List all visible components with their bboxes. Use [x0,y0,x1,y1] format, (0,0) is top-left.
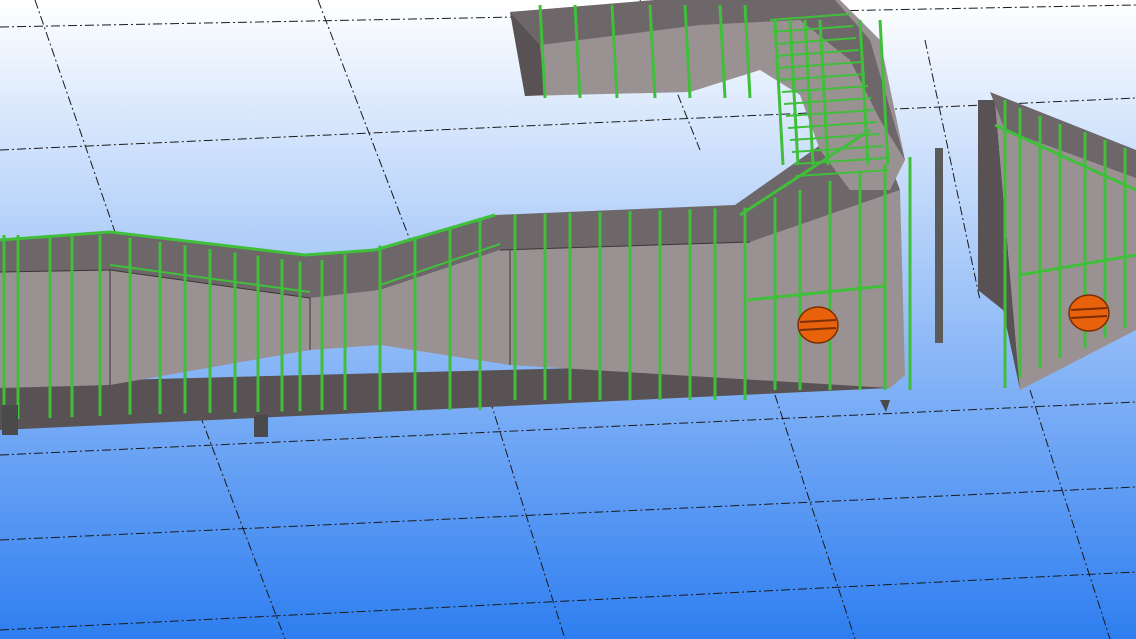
fire-damper-right[interactable] [1068,294,1110,332]
support-foot [2,405,18,435]
viewport-canvas[interactable] [0,0,1136,639]
damper-disc [1068,294,1110,332]
fire-damper-left[interactable] [797,306,839,344]
3d-model-viewport[interactable] [0,0,1136,639]
support-foot [935,148,943,343]
damper-disc [797,306,839,344]
support-foot [254,415,268,437]
